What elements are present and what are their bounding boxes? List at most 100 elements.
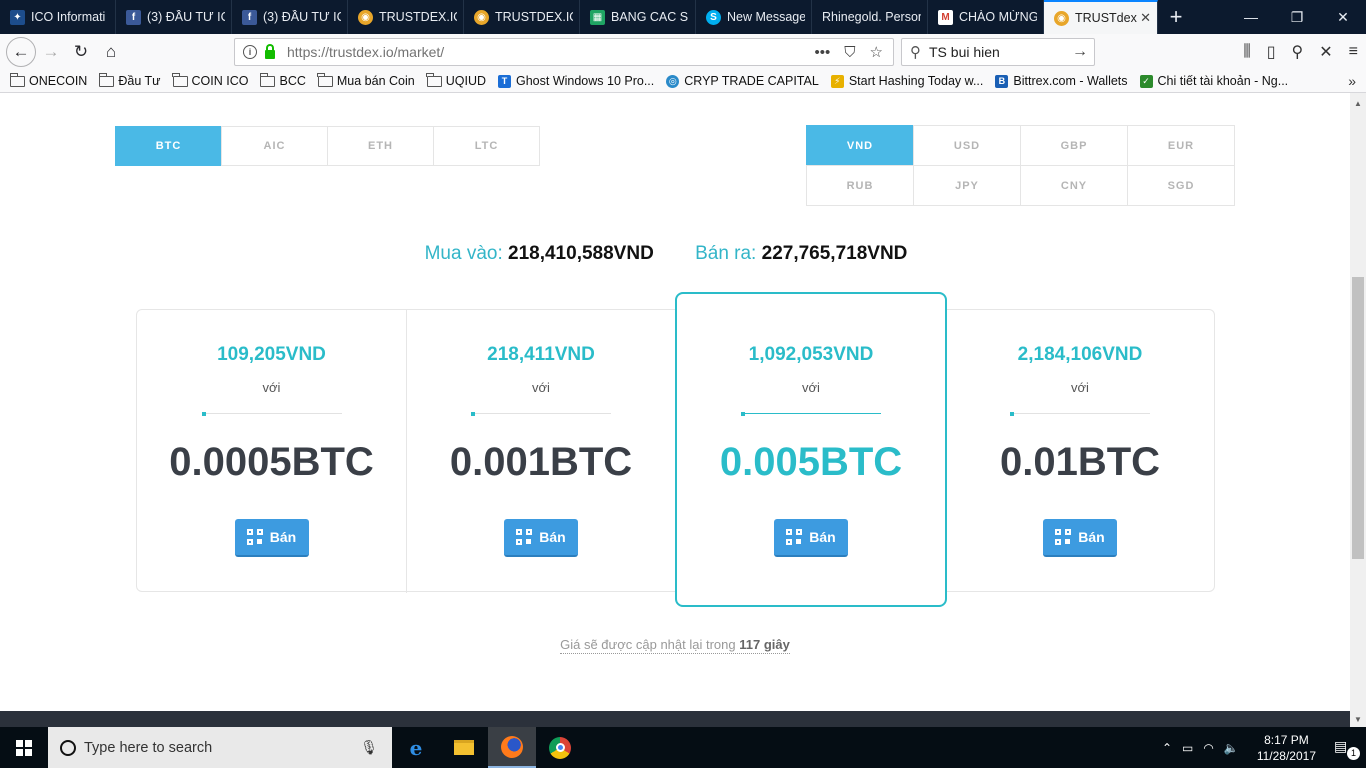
bookmark-folder[interactable]: Đầu Tư [98, 72, 161, 88]
reload-button[interactable]: ↻ [66, 37, 96, 67]
currency-tab-cny[interactable]: CNY [1020, 165, 1128, 206]
offer-card: 218,411VND với 0.001BTC Bán [406, 310, 676, 593]
wifi-icon[interactable]: ◠ [1203, 741, 1213, 755]
bookmark-link[interactable]: B Bittrex.com - Wallets [995, 74, 1128, 88]
library-icon[interactable]: ⫼ [1243, 43, 1250, 61]
browser-tab[interactable]: ◉ TRUSTDEX.IO [464, 0, 580, 34]
forward-button[interactable]: → [36, 37, 66, 67]
currency-tab-vnd[interactable]: VND [806, 125, 914, 166]
browser-tab[interactable]: ✦ ICO Informati [0, 0, 116, 34]
restore-button[interactable]: ❐ [1274, 0, 1320, 34]
taskbar-clock[interactable]: 8:17 PM 11/28/2017 [1257, 732, 1316, 764]
page-footer [0, 711, 1350, 727]
bookmark-link[interactable]: ⚡ Start Hashing Today w... [830, 74, 983, 88]
facebook-icon: f [126, 9, 141, 25]
battery-icon[interactable]: ▭ [1182, 741, 1193, 755]
bookmark-link[interactable]: ✓ Chi tiết tài khoản - Ng... [1139, 74, 1288, 88]
browser-tab[interactable]: ▦ BANG CAC SI [580, 0, 696, 34]
close-window-button[interactable]: ✕ [1320, 0, 1366, 34]
extension-icon[interactable]: ✕ [1319, 42, 1332, 62]
sell-rate-value: 227,765,718VND [761, 243, 908, 264]
home-button[interactable]: ⌂ [96, 37, 126, 67]
currency-tab-eur[interactable]: EUR [1127, 125, 1235, 166]
offer-amount: 0.001BTC [449, 440, 633, 484]
url-bar[interactable]: i https://trustdex.io/market/ ••• ⛉ ☆ [234, 38, 894, 66]
zoom-search-icon[interactable]: ⚲ [1292, 42, 1304, 62]
bookmark-folder[interactable]: COIN ICO [172, 72, 248, 88]
browser-tab[interactable]: f (3) ĐẦU TƯ IC [232, 0, 348, 34]
buy-rate-label: Mua vào: [424, 243, 503, 264]
bookmark-link[interactable]: T Ghost Windows 10 Pro... [498, 74, 654, 88]
bookmark-link[interactable]: ◎ CRYP TRADE CAPITAL [666, 74, 819, 88]
search-icon: ⚲ [910, 44, 921, 61]
update-countdown: Giá sẽ được cập nhật lại trong 117 giây [560, 637, 790, 654]
back-button[interactable]: ← [6, 37, 36, 67]
scroll-down-icon[interactable]: ▼ [1350, 711, 1366, 727]
currency-tab-rub[interactable]: RUB [806, 165, 914, 206]
sidebar-icon[interactable]: ▯ [1267, 42, 1276, 62]
currency-tab-gbp[interactable]: GBP [1020, 125, 1128, 166]
chrome-icon[interactable] [536, 727, 584, 768]
coin-tab-btc[interactable]: BTC [115, 126, 222, 166]
browser-tab[interactable]: f (3) ĐẦU TƯ IC [116, 0, 232, 34]
offer-with-label: với [262, 380, 281, 395]
file-explorer-icon[interactable] [440, 727, 488, 768]
coin-tab-aic[interactable]: AIC [221, 126, 328, 166]
url-text[interactable]: https://trustdex.io/market/ [287, 44, 444, 60]
sell-button[interactable]: Bán [1043, 519, 1117, 557]
notification-badge: 1 [1347, 746, 1360, 760]
bookmarks-overflow-icon[interactable]: » [1348, 73, 1356, 89]
sell-rate-label: Bán ra: [695, 243, 757, 264]
coin-tab-eth[interactable]: ETH [327, 126, 434, 166]
offer-card: 109,205VND với 0.0005BTC Bán [137, 310, 407, 593]
bookmark-folder[interactable]: BCC [259, 72, 306, 88]
scrollbar-thumb[interactable] [1352, 277, 1364, 559]
search-go-icon[interactable]: → [1072, 43, 1088, 61]
currency-tab-jpy[interactable]: JPY [913, 165, 1021, 206]
sell-button[interactable]: Bán [774, 519, 848, 557]
menu-icon[interactable]: ≡ [1349, 43, 1358, 61]
currency-selector: VND USD GBP EUR RUB JPY CNY SGD [806, 125, 1235, 206]
bookmarks-bar: ONECOIN Đầu Tư COIN ICO BCC Mua bán Coin… [0, 70, 1366, 93]
search-bar[interactable]: ⚲ TS bui hien → [901, 38, 1095, 66]
minimize-button[interactable]: — [1228, 0, 1274, 34]
sell-button[interactable]: Bán [234, 519, 309, 557]
bookmark-folder[interactable]: ONECOIN [9, 72, 87, 88]
bookmark-star-icon[interactable]: ☆ [870, 43, 883, 61]
bookmark-folder[interactable]: UQIUD [426, 72, 486, 88]
hashing-icon: ⚡ [830, 74, 844, 88]
volume-icon[interactable]: 🔈 [1224, 741, 1239, 755]
offer-price: 218,411VND [487, 344, 595, 365]
taskbar-search[interactable]: Type here to search 🎙 [48, 727, 392, 768]
microphone-icon[interactable]: 🎙 [360, 739, 378, 756]
sell-button[interactable]: Bán [504, 519, 578, 557]
browser-tab[interactable]: Rhinegold. Person [812, 0, 928, 34]
browser-tab[interactable]: M CHÀO MỪNG [928, 0, 1044, 34]
close-tab-icon[interactable]: ✕ [1140, 10, 1151, 26]
scroll-up-icon[interactable]: ▲ [1350, 95, 1366, 111]
trustdex-icon: ◉ [1054, 10, 1069, 26]
qr-code-icon [246, 529, 263, 545]
cortana-icon [60, 739, 76, 756]
search-input[interactable]: TS bui hien [929, 44, 1000, 60]
start-button[interactable] [0, 727, 48, 768]
show-hidden-icons[interactable]: ⌃ [1162, 741, 1172, 755]
firefox-icon[interactable] [488, 727, 536, 768]
bookmark-folder[interactable]: Mua bán Coin [317, 72, 415, 88]
action-center-icon[interactable]: ▤ 1 [1334, 738, 1360, 760]
new-tab-button[interactable]: + [1158, 0, 1194, 34]
browser-tab-bar: ✦ ICO Informati f (3) ĐẦU TƯ IC f (3) ĐẦU T… [0, 0, 1366, 34]
coin-tab-ltc[interactable]: LTC [433, 126, 540, 166]
browser-tab[interactable]: ◉ TRUSTDEX.IO [348, 0, 464, 34]
browser-tab[interactable]: S New Message [696, 0, 812, 34]
browser-tab-active[interactable]: ◉ TRUSTdex ✕ [1044, 0, 1158, 34]
currency-tab-sgd[interactable]: SGD [1127, 165, 1235, 206]
edge-icon[interactable]: e [392, 727, 440, 768]
ico-info-icon: ✦ [10, 9, 25, 25]
gmail-icon: M [938, 9, 953, 25]
pocket-icon[interactable]: ⛉ [844, 44, 855, 61]
page-scrollbar[interactable]: ▲ ▼ [1350, 93, 1366, 727]
page-actions-icon[interactable]: ••• [815, 44, 831, 61]
info-icon[interactable]: i [243, 45, 257, 59]
currency-tab-usd[interactable]: USD [913, 125, 1021, 166]
